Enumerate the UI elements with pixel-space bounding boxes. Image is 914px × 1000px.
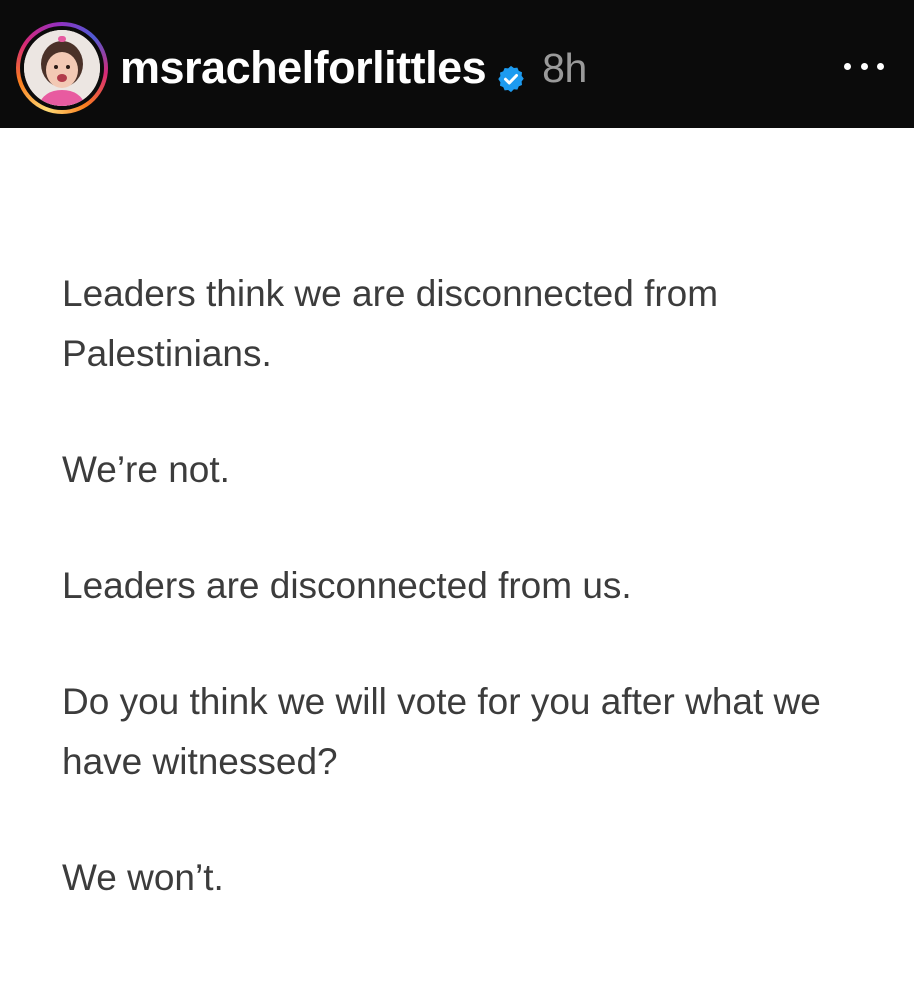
more-horizontal-icon [844,62,851,70]
post-paragraph: Leaders think we are disconnected from P… [62,273,719,374]
verified-badge-icon [496,53,526,93]
post-paragraph: Leaders are disconnected from us. [62,565,632,606]
post-header: msrachelforlittles 8h [0,0,914,128]
post-paragraph: We’re not. [62,449,230,490]
post-body: Leaders think we are disconnected from P… [62,264,882,964]
avatar-image [24,30,100,106]
post-time: 8h [542,44,587,91]
post-paragraph: We won’t. [62,857,224,898]
more-options-button[interactable] [844,54,884,78]
username-link[interactable]: msrachelforlittles [120,42,487,94]
story-ring[interactable] [16,22,108,114]
avatar[interactable] [24,30,100,106]
post-author: msrachelforlittles 8h [120,40,587,96]
post-paragraph: Do you think we will vote for you after … [62,681,821,782]
